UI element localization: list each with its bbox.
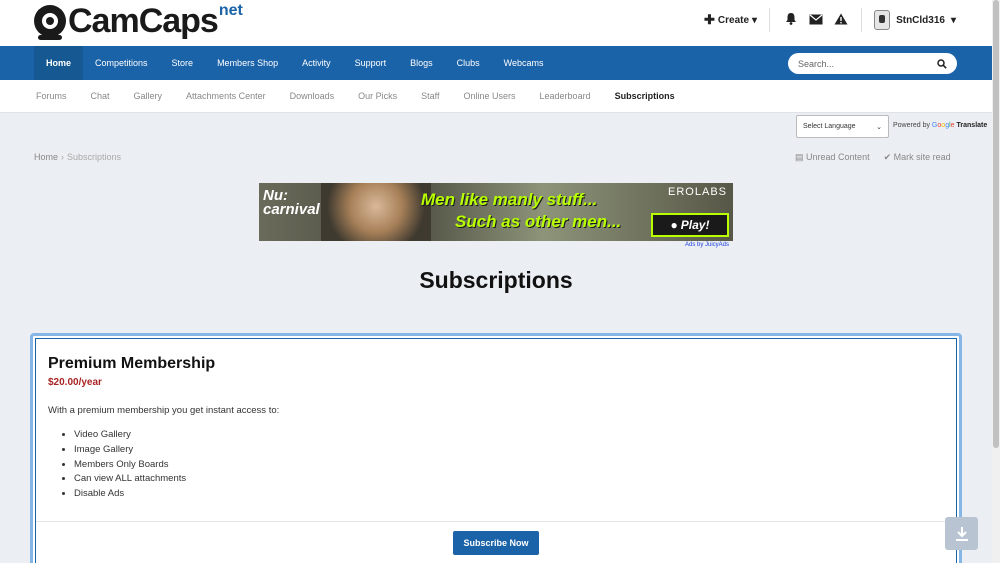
scroll-to-bottom-button[interactable] (945, 517, 978, 550)
username: StnCld316 (896, 14, 945, 26)
secondary-navigation: Forums Chat Gallery Attachments Center D… (0, 80, 992, 113)
subscription-package-inner: Premium Membership $20.00/year With a pr… (35, 338, 957, 563)
unread-content-label: Unread Content (806, 152, 870, 162)
subnav-forums[interactable]: Forums (24, 91, 79, 101)
warning-triangle-icon[interactable] (828, 13, 853, 28)
download-arrow-icon (955, 526, 968, 541)
user-menu[interactable]: StnCld316 ▾ (862, 10, 956, 30)
platform-icon: ● (670, 218, 678, 232)
plus-icon: ✚ (703, 12, 715, 27)
package-name: Premium Membership (48, 355, 216, 372)
translate-label: Translate (956, 122, 988, 129)
subnav-gallery[interactable]: Gallery (122, 91, 175, 101)
mark-site-read-link[interactable]: ✔ Mark site read (884, 152, 951, 163)
package-price: $20.00/year (48, 377, 102, 388)
subnav-attachments-center[interactable]: Attachments Center (174, 91, 278, 101)
caret-down-icon: ▾ (752, 14, 758, 26)
package-features: Video Gallery Image Gallery Members Only… (74, 428, 186, 502)
webcam-logo-icon (34, 5, 66, 40)
breadcrumb-home[interactable]: Home (34, 152, 58, 162)
powered-by-label: Powered by (893, 122, 930, 129)
chevron-down-icon: ⌄ (876, 123, 882, 131)
list-item: Can view ALL attachments (74, 472, 186, 487)
ad-headline-2: Such as other men... (455, 212, 622, 231)
google-wordmark: Google (931, 122, 955, 129)
logo-suffix: net (218, 2, 243, 19)
list-item: Disable Ads (74, 487, 186, 502)
nav-home[interactable]: Home (34, 46, 84, 80)
user-bar: ✚ Create ▾ StnCld316 ▾ (704, 8, 956, 32)
ad-brand: Nu: carnival (263, 187, 320, 218)
search-icon[interactable] (937, 58, 947, 69)
messages-envelope-icon[interactable] (803, 13, 828, 28)
subnav-leaderboard[interactable]: Leaderboard (528, 91, 603, 101)
subscription-package-card: Premium Membership $20.00/year With a pr… (30, 333, 962, 563)
nav-activity[interactable]: Activity (290, 46, 343, 80)
ad-play-button[interactable]: ● Play! (651, 213, 729, 237)
logo-text: CamCaps (68, 2, 219, 40)
subnav-staff[interactable]: Staff (409, 91, 451, 101)
ad-character-image (321, 183, 431, 241)
nav-blogs[interactable]: Blogs (398, 46, 445, 80)
list-item: Video Gallery (74, 428, 186, 443)
subscribe-now-button[interactable]: Subscribe Now (453, 531, 539, 555)
create-menu[interactable]: ✚ Create ▾ (703, 8, 771, 32)
list-item: Image Gallery (74, 443, 186, 458)
nav-clubs[interactable]: Clubs (445, 46, 492, 80)
language-select-label: Select Language (803, 123, 856, 130)
page-scrollbar[interactable] (992, 0, 1000, 563)
subnav-downloads[interactable]: Downloads (278, 91, 347, 101)
site-header: CamCaps net ✚ Create ▾ StnCld316 ▾ (0, 0, 992, 46)
subnav-chat[interactable]: Chat (79, 91, 122, 101)
ads-by-link[interactable]: Ads by JuicyAds (685, 242, 729, 248)
create-label: Create (717, 14, 750, 26)
page-actions: ▤ Unread Content ✔ Mark site read (795, 152, 951, 163)
main-navigation: Home Competitions Store Members Shop Act… (0, 46, 992, 80)
powered-by-google-translate: Powered by Google Translate (893, 122, 987, 129)
nav-members-shop[interactable]: Members Shop (205, 46, 290, 80)
chevron-right-icon: › (61, 152, 65, 162)
ad-play-label: Play! (680, 218, 710, 232)
breadcrumb-current: Subscriptions (67, 152, 122, 162)
nav-competitions[interactable]: Competitions (83, 46, 160, 80)
mark-site-read-label: Mark site read (893, 152, 951, 162)
search-placeholder: Search... (798, 58, 835, 69)
nav-support[interactable]: Support (343, 46, 399, 80)
package-description: With a premium membership you get instan… (48, 405, 280, 416)
user-avatar (874, 10, 891, 30)
breadcrumb: Home › Subscriptions (34, 152, 121, 162)
language-select[interactable]: Select Language ⌄ (796, 115, 889, 138)
newspaper-icon: ▤ (795, 152, 804, 162)
checkmark-icon: ✔ (883, 152, 892, 162)
nav-webcams[interactable]: Webcams (492, 46, 556, 80)
unread-content-link[interactable]: ▤ Unread Content (795, 152, 870, 163)
ad-publisher: EROLABS (668, 186, 727, 198)
page-title: Subscriptions (419, 267, 573, 293)
caret-down-icon: ▾ (950, 14, 956, 26)
site-logo[interactable]: CamCaps net (34, 2, 243, 40)
ad-headline-1: Men like manly stuff... (421, 190, 598, 209)
search-input[interactable]: Search... (788, 53, 957, 74)
card-footer: Subscribe Now (36, 521, 956, 563)
notifications-bell-icon[interactable] (778, 12, 803, 28)
subnav-our-picks[interactable]: Our Picks (346, 91, 409, 101)
subnav-subscriptions[interactable]: Subscriptions (603, 91, 687, 101)
subnav-online-users[interactable]: Online Users (452, 91, 528, 101)
list-item: Members Only Boards (74, 458, 186, 473)
advertisement-banner[interactable]: Nu: carnival Men like manly stuff... Such… (259, 183, 733, 241)
scrollbar-thumb[interactable] (993, 0, 999, 448)
header-icons (770, 8, 863, 32)
nav-store[interactable]: Store (160, 46, 206, 80)
